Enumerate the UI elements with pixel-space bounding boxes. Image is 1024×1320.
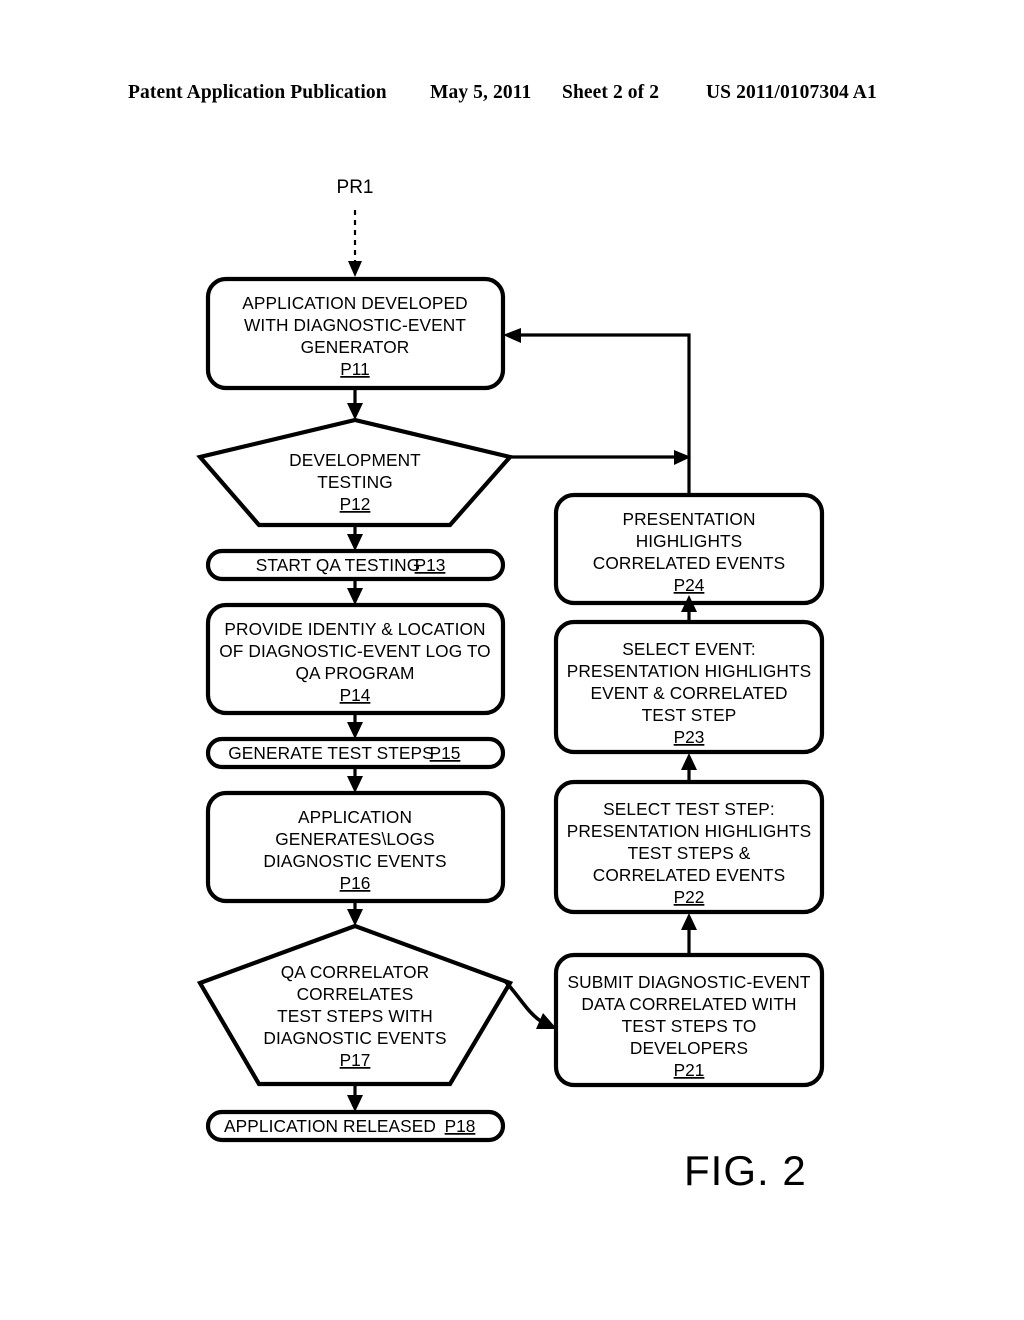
node-p17[interactable]: QA CORRELATOR CORRELATES TEST STEPS WITH… — [196, 923, 514, 1087]
node-p22[interactable]: SELECT TEST STEP: PRESENTATION HIGHLIGHT… — [553, 779, 825, 915]
node-p14[interactable]: PROVIDE IDENTIY & LOCATION OF DIAGNOSTIC… — [205, 602, 506, 716]
edge-entry-to-p11 — [348, 210, 362, 277]
node-p11-ref: P11 — [340, 359, 369, 379]
node-p24-ref: P24 — [674, 575, 705, 595]
node-p15-line-1: GENERATE TEST STEPS — [228, 743, 434, 763]
node-p17-ref: P17 — [340, 1050, 371, 1070]
node-p12-ref: P12 — [340, 494, 371, 514]
edge-p17-to-p18 — [347, 1084, 363, 1112]
node-p12-line-1: DEVELOPMENT — [289, 450, 421, 470]
patent-figure-page: Patent Application Publication May 5, 20… — [0, 0, 1024, 1320]
node-p17-line-1: QA CORRELATOR — [281, 962, 430, 982]
node-p15[interactable]: GENERATE TEST STEPS P15 — [205, 736, 506, 770]
node-p12[interactable]: DEVELOPMENT TESTING P12 — [196, 417, 514, 528]
node-p17-line-4: DIAGNOSTIC EVENTS — [263, 1028, 446, 1048]
node-p13-ref: P13 — [415, 555, 446, 575]
edge-p12-to-feedback-loop — [510, 450, 691, 465]
node-p12-line-2: TESTING — [317, 472, 393, 492]
node-p22-line-3: TEST STEPS & — [628, 843, 751, 863]
node-p24[interactable]: PRESENTATION HIGHLIGHTS CORRELATED EVENT… — [553, 492, 825, 606]
node-p18[interactable]: APPLICATION RELEASED P18 — [205, 1109, 506, 1143]
node-p24-line-2: HIGHLIGHTS — [636, 531, 743, 551]
node-p18-line-1: APPLICATION RELEASED — [224, 1116, 436, 1136]
edge-p17-to-p21 — [503, 979, 557, 1029]
node-p23-line-4: TEST STEP — [642, 705, 737, 725]
node-p22-line-1: SELECT TEST STEP: — [603, 799, 775, 819]
node-p18-ref: P18 — [445, 1116, 476, 1136]
figure-caption: FIG. 2 — [684, 1147, 807, 1194]
node-p14-line-3: QA PROGRAM — [295, 663, 414, 683]
node-p14-line-1: PROVIDE IDENTIY & LOCATION — [224, 619, 485, 639]
node-p11[interactable]: APPLICATION DEVELOPED WITH DIAGNOSTIC-EV… — [205, 276, 506, 391]
node-p11-line-2: WITH DIAGNOSTIC-EVENT — [244, 315, 466, 335]
node-p23-line-2: PRESENTATION HIGHLIGHTS — [567, 661, 812, 681]
node-p17-line-2: CORRELATES — [297, 984, 414, 1004]
edge-p16-to-p17 — [347, 901, 363, 926]
node-p11-line-3: GENERATOR — [301, 337, 410, 357]
edge-p22-to-p23 — [681, 753, 697, 780]
node-p21-line-4: DEVELOPERS — [630, 1038, 748, 1058]
node-p13[interactable]: START QA TESTING P13 — [205, 548, 506, 582]
node-p16-line-2: GENERATES\LOGS — [275, 829, 435, 849]
node-p16-ref: P16 — [340, 873, 371, 893]
node-p23-ref: P23 — [674, 727, 705, 747]
node-p21-line-2: DATA CORRELATED WITH — [581, 994, 796, 1014]
edge-p11-to-p12 — [347, 388, 363, 420]
edge-p15-to-p16 — [347, 767, 363, 793]
edge-p21-to-p22 — [681, 913, 697, 955]
node-p15-ref: P15 — [430, 743, 461, 763]
edge-p14-to-p15 — [347, 713, 363, 739]
node-p21-line-3: TEST STEPS TO — [622, 1016, 757, 1036]
flowchart-figure: PR1 APPLICATION DEVELOPED WITH DIAGNOSTI… — [196, 177, 825, 1194]
node-p16-line-3: DIAGNOSTIC EVENTS — [263, 851, 446, 871]
node-p23-line-1: SELECT EVENT: — [622, 639, 756, 659]
node-p21-ref: P21 — [674, 1060, 705, 1080]
node-p24-line-1: PRESENTATION — [622, 509, 755, 529]
node-p22-line-4: CORRELATED EVENTS — [593, 865, 785, 885]
node-p11-line-1: APPLICATION DEVELOPED — [242, 293, 468, 313]
node-p16-line-1: APPLICATION — [298, 807, 412, 827]
node-p22-line-2: PRESENTATION HIGHLIGHTS — [567, 821, 812, 841]
node-p14-ref: P14 — [340, 685, 371, 705]
node-p24-line-3: CORRELATED EVENTS — [593, 553, 785, 573]
node-p16[interactable]: APPLICATION GENERATES\LOGS DIAGNOSTIC EV… — [205, 790, 506, 904]
edge-p24-to-p11-feedback — [503, 328, 691, 495]
node-p23-line-3: EVENT & CORRELATED — [590, 683, 787, 703]
node-p23[interactable]: SELECT EVENT: PRESENTATION HIGHLIGHTS EV… — [553, 619, 825, 755]
node-p17-line-3: TEST STEPS WITH — [277, 1006, 433, 1026]
node-p14-line-2: OF DIAGNOSTIC-EVENT LOG TO — [219, 641, 490, 661]
edge-p13-to-p14 — [347, 579, 363, 605]
node-p21-line-1: SUBMIT DIAGNOSTIC-EVENT — [568, 972, 811, 992]
entry-point-label: PR1 — [337, 177, 374, 198]
node-p13-line-1: START QA TESTING — [256, 555, 421, 575]
edge-p12-to-p13 — [347, 525, 363, 551]
node-p22-ref: P22 — [674, 887, 705, 907]
node-p21[interactable]: SUBMIT DIAGNOSTIC-EVENT DATA CORRELATED … — [553, 952, 825, 1088]
